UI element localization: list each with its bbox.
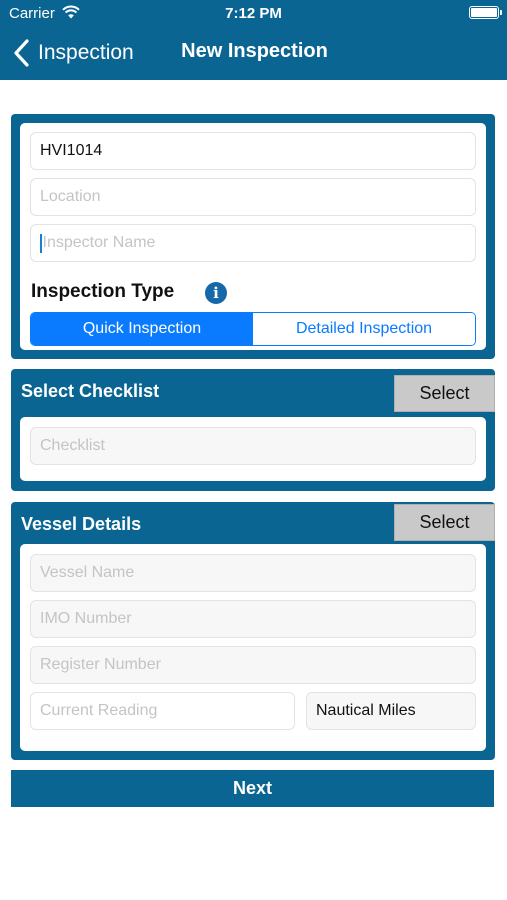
inspection-type-segmented-control: Quick Inspection Detailed Inspection <box>30 312 476 346</box>
page-title: New Inspection <box>181 40 328 62</box>
current-reading-field[interactable]: Current Reading <box>30 692 295 730</box>
vessel-name-field[interactable]: Vessel Name <box>30 554 476 592</box>
inspection-code-field[interactable]: HVI1014 <box>30 132 476 170</box>
location-field[interactable]: Location <box>30 178 476 216</box>
vessel-select-button[interactable]: Select <box>394 504 495 541</box>
next-button[interactable]: Next <box>11 770 494 807</box>
current-reading-placeholder: Current Reading <box>40 702 158 719</box>
vessel-name-placeholder: Vessel Name <box>40 564 135 581</box>
battery-icon <box>469 6 502 19</box>
inspection-info-section: HVI1014 Location Inspector Name Inspecti… <box>11 114 495 359</box>
vessel-details-card: Vessel Name IMO Number Register Number C… <box>20 544 486 751</box>
register-number-field[interactable]: Register Number <box>30 646 476 684</box>
status-time: 7:12 PM <box>225 5 282 22</box>
checklist-field[interactable]: Checklist <box>30 427 476 465</box>
checklist-section-title: Select Checklist <box>21 381 160 401</box>
inspection-info-card: HVI1014 Location Inspector Name Inspecti… <box>20 123 486 350</box>
text-cursor <box>40 233 42 253</box>
header: Carrier 7:12 PM Inspection New Inspectio… <box>0 0 507 80</box>
inspector-name-field[interactable]: Inspector Name <box>30 224 476 262</box>
checklist-select-button[interactable]: Select <box>394 375 495 412</box>
unit-selector[interactable]: Nautical Miles <box>306 692 476 730</box>
checklist-section: Select Checklist Select Checklist <box>11 369 495 491</box>
unit-value: Nautical Miles <box>316 702 416 719</box>
segment-quick-inspection[interactable]: Quick Inspection <box>31 313 253 345</box>
register-number-placeholder: Register Number <box>40 656 161 673</box>
status-bar: Carrier 7:12 PM <box>0 0 507 28</box>
nav-bar: Inspection New Inspection <box>0 32 507 74</box>
inspection-type-label: Inspection Type <box>31 281 175 302</box>
checklist-placeholder: Checklist <box>40 437 105 454</box>
checklist-card: Checklist <box>20 417 486 481</box>
inspector-name-placeholder: Inspector Name <box>42 234 156 251</box>
info-icon[interactable]: i <box>205 282 227 304</box>
vessel-section-title: Vessel Details <box>21 514 142 534</box>
vessel-details-section: Vessel Details Select Vessel Name IMO Nu… <box>11 502 495 760</box>
imo-number-placeholder: IMO Number <box>40 610 132 627</box>
location-placeholder: Location <box>40 188 101 205</box>
inspection-code-value: HVI1014 <box>40 142 103 159</box>
imo-number-field[interactable]: IMO Number <box>30 600 476 638</box>
segment-detailed-inspection[interactable]: Detailed Inspection <box>253 313 475 345</box>
